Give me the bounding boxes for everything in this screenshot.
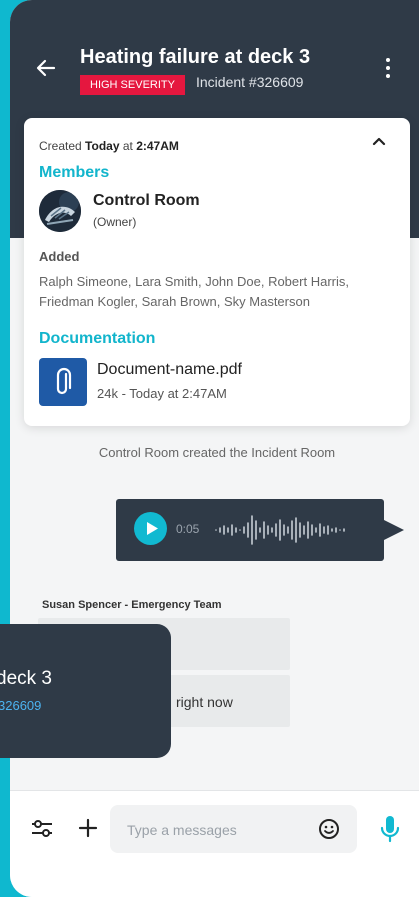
message-text: right now (176, 694, 233, 710)
play-icon (147, 522, 158, 535)
members-heading: Members (39, 164, 110, 181)
paperclip-icon (56, 367, 72, 395)
more-vertical-icon[interactable] (385, 58, 391, 78)
microphone-icon[interactable] (379, 814, 401, 844)
added-members-list: Ralph Simeone, Lara Smith, John Doe, Rob… (39, 274, 349, 309)
floating-panel-title: deck 3 (0, 668, 52, 689)
chevron-up-icon[interactable] (372, 136, 386, 146)
owner-role: (Owner) (93, 215, 137, 229)
voice-duration: 0:05 (176, 522, 200, 536)
voice-bubble-tail (384, 520, 404, 540)
plus-icon[interactable] (78, 818, 98, 838)
waveform-icon[interactable] (214, 511, 364, 549)
play-button[interactable] (134, 512, 167, 545)
created-day: Today (85, 139, 120, 153)
sender-name: Susan Spencer - Emergency Team (42, 599, 222, 611)
voice-message-bubble: 0:05 (116, 499, 384, 561)
incident-title: Heating failure at deck 3 (80, 46, 311, 68)
added-label: Added (39, 249, 80, 264)
created-time: 2:47AM (136, 139, 179, 153)
emoji-icon[interactable] (318, 818, 340, 840)
phone-screen: Heating failure at deck 3 HIGH SEVERITY … (10, 0, 419, 897)
incident-info-card: Created Today at 2:47AM Members Control … (24, 118, 410, 426)
created-info: Created Today at 2:47AM (39, 139, 179, 153)
created-at: at (122, 139, 133, 153)
floating-panel-subtitle: 326609 (0, 698, 42, 713)
back-arrow-icon[interactable] (34, 56, 58, 80)
owner-name[interactable]: Control Room (93, 192, 200, 210)
document-name[interactable]: Document-name.pdf (97, 361, 242, 379)
documentation-heading: Documentation (39, 330, 156, 347)
created-prefix: Created (39, 139, 82, 153)
severity-badge: HIGH SEVERITY (80, 75, 185, 95)
floating-incident-panel[interactable] (0, 624, 171, 758)
filter-icon[interactable] (30, 818, 54, 840)
incident-id: Incident #326609 (196, 74, 304, 90)
message-input-placeholder[interactable]: Type a messages (127, 822, 237, 838)
document-meta: 24k - Today at 2:47AM (97, 386, 227, 401)
document-icon[interactable] (39, 358, 87, 406)
avatar[interactable] (39, 190, 81, 232)
system-message: Control Room created the Incident Room (98, 445, 336, 460)
